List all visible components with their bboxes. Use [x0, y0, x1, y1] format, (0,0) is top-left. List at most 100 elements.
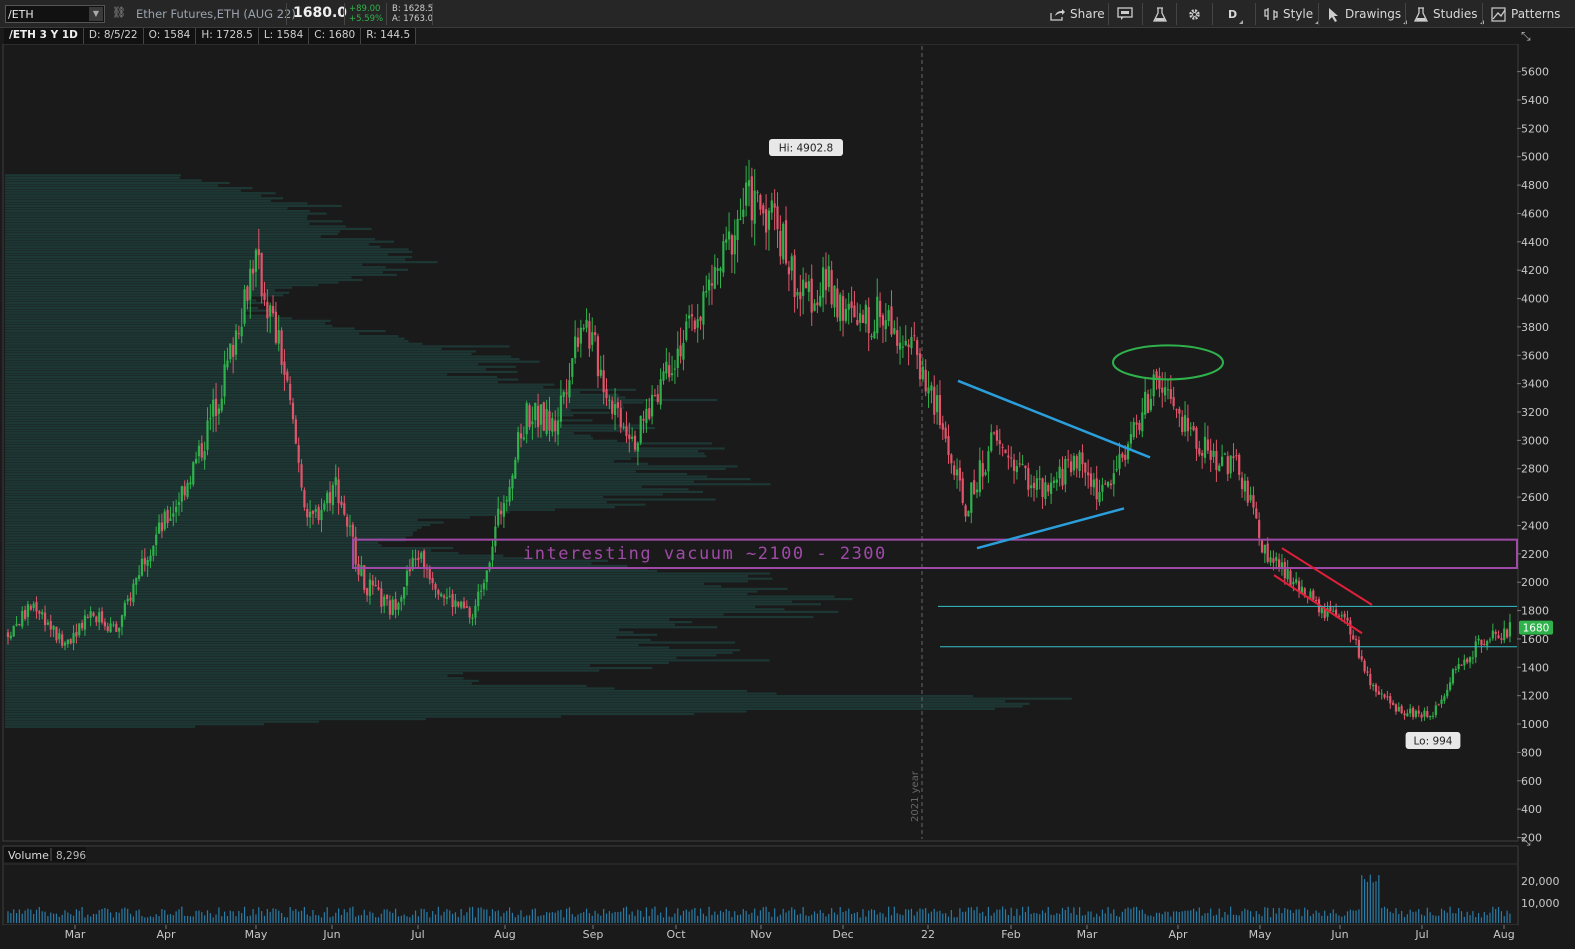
- candle-body: [169, 518, 172, 521]
- candle-body: [166, 509, 169, 524]
- profile-bar: [5, 181, 230, 185]
- candle-body: [625, 426, 628, 436]
- collapse-icon[interactable]: ⤡: [1521, 29, 1531, 44]
- link-icon[interactable]: ⛓: [112, 6, 126, 21]
- flask-button[interactable]: [1153, 4, 1167, 24]
- candle-body: [921, 366, 924, 380]
- candle-body: [853, 305, 856, 318]
- profile-bar: [5, 455, 707, 458]
- candle-body: [1352, 635, 1355, 640]
- candle-body: [1414, 710, 1417, 717]
- profile-bar: [5, 373, 448, 376]
- profile-bar: [5, 595, 835, 598]
- range-value: R: 144.5: [361, 28, 417, 44]
- profile-bar: [5, 452, 705, 455]
- aggregation-button[interactable]: D: [1228, 4, 1244, 24]
- candle-body: [1226, 456, 1229, 475]
- candle-body: [1195, 427, 1198, 449]
- candle-body: [143, 557, 146, 565]
- candle-body: [1417, 710, 1420, 714]
- profile-bar: [5, 664, 590, 667]
- profile-bar: [5, 378, 519, 381]
- candle-body: [653, 395, 657, 397]
- candle-body: [494, 526, 497, 547]
- candle-body: [374, 584, 377, 587]
- chevron-down-icon[interactable]: ▼: [89, 7, 103, 21]
- profile-bar: [5, 337, 405, 340]
- candle-body: [554, 420, 557, 432]
- candle-body: [841, 296, 845, 321]
- candle-body: [876, 296, 879, 334]
- patterns-label: Patterns: [1511, 7, 1561, 21]
- candle-body: [608, 399, 611, 401]
- corner-triangle-icon: [1239, 20, 1244, 24]
- candle-body: [1172, 397, 1175, 407]
- studies-button[interactable]: Studies: [1414, 4, 1484, 24]
- candle-body: [682, 342, 685, 360]
- price-tick-label: 4400: [1521, 236, 1549, 249]
- time-tick-label: May: [245, 928, 268, 941]
- divider: [1405, 3, 1406, 25]
- candle-body: [613, 404, 617, 416]
- patterns-button[interactable]: Patterns: [1491, 4, 1560, 24]
- candle-body: [234, 330, 238, 355]
- profile-bar: [5, 240, 395, 243]
- candle-body: [1146, 394, 1150, 413]
- divider: [1108, 3, 1109, 25]
- candle-body: [400, 597, 403, 602]
- close-value: C: 1680: [309, 28, 362, 44]
- candle-body: [163, 511, 166, 530]
- candle-body: [237, 333, 240, 335]
- candle-body: [1095, 478, 1098, 500]
- candle-body: [1260, 539, 1264, 553]
- profile-bar: [5, 401, 644, 404]
- candle-body: [21, 610, 24, 627]
- candle-body: [861, 314, 865, 323]
- candle-body: [477, 591, 480, 607]
- candle-body: [417, 557, 420, 560]
- candle-body: [1192, 426, 1195, 431]
- profile-bar: [5, 358, 520, 361]
- drawings-button[interactable]: Drawings: [1328, 4, 1408, 24]
- candle-body: [762, 205, 765, 214]
- candle-body: [631, 436, 634, 439]
- candle-body: [1124, 454, 1127, 460]
- candle-body: [1369, 673, 1372, 686]
- candle-body: [585, 319, 588, 328]
- candle-body: [705, 291, 708, 293]
- share-button[interactable]: Share: [1050, 4, 1105, 24]
- symbol-selector[interactable]: ▼: [5, 5, 105, 23]
- candle-body: [1283, 561, 1286, 579]
- vacuum-zone-label: interesting vacuum ~2100 - 2300: [523, 544, 887, 564]
- candle-body: [1295, 579, 1298, 583]
- profile-bar: [5, 707, 995, 711]
- profile-bar: [5, 626, 718, 629]
- profile-bar: [5, 636, 617, 639]
- profile-bar: [5, 383, 555, 386]
- candle-body: [1081, 452, 1084, 465]
- profile-bar: [5, 633, 658, 636]
- candle-body: [1166, 389, 1170, 391]
- candle-body: [793, 255, 796, 298]
- candle-body: [135, 577, 138, 585]
- candle-body: [172, 513, 175, 517]
- candle-body: [1451, 669, 1455, 684]
- symbol-input[interactable]: [8, 7, 88, 21]
- percent-change: +5.59%: [349, 14, 384, 24]
- candle-body: [314, 509, 317, 512]
- profile-bar: [5, 661, 669, 665]
- candle-body: [1229, 455, 1232, 474]
- bid-ask: B: 1628.5 A: 1763.0: [392, 4, 433, 24]
- style-button[interactable]: Style: [1264, 4, 1320, 24]
- profile-bar: [5, 360, 540, 363]
- profile-bar: [5, 245, 381, 248]
- candle-body: [1203, 436, 1207, 458]
- price-axis: 2004006008001000120014001600180020002200…: [1517, 66, 1553, 845]
- settings-button[interactable]: [1187, 4, 1202, 24]
- candle-body: [61, 634, 64, 646]
- messages-button[interactable]: [1117, 4, 1133, 24]
- collapse-icon[interactable]: ⤡: [1521, 834, 1531, 849]
- profile-bar: [5, 638, 651, 642]
- price-chart[interactable]: 2021 year interesting vacuum ~2100 - 230…: [0, 44, 1575, 949]
- candle-body: [1389, 696, 1392, 704]
